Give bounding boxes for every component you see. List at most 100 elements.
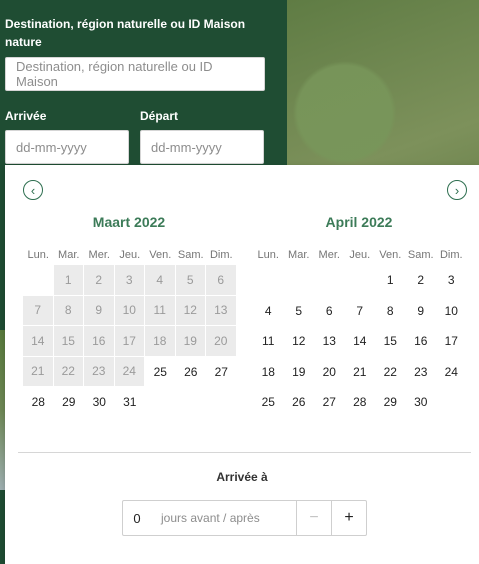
calendar-week: 28 29 30 31 (23, 387, 237, 418)
calendar-empty-cell (314, 265, 345, 296)
calendar-day-disabled: 7 (23, 295, 54, 326)
weekday-label: Sam. (177, 249, 204, 261)
calendar-day[interactable]: 5 (284, 296, 315, 327)
calendar-day[interactable]: 6 (314, 296, 345, 327)
calendar-day-disabled: 23 (84, 356, 115, 387)
chevron-right-icon[interactable]: › (447, 180, 467, 200)
calendar-week: 123 (253, 265, 467, 296)
calendar-day[interactable]: 27 (206, 357, 237, 388)
calendar-day[interactable]: 11 (253, 326, 284, 357)
calendar-week: 18 19 20 21 22 23 24 (253, 357, 467, 388)
calendar-day[interactable]: 1 (375, 265, 406, 296)
calendar-day-disabled: 1 (53, 265, 84, 296)
arrival-date-input[interactable]: dd-mm-yyyy (5, 130, 129, 164)
calendar-day-disabled: 2 (84, 265, 115, 296)
calendar-day[interactable]: 31 (115, 387, 146, 418)
calendar-day[interactable]: 26 (176, 357, 207, 388)
calendar-day-disabled: 14 (23, 326, 54, 357)
calendar-day[interactable]: 16 (406, 326, 437, 357)
calendar-day[interactable]: 3 (436, 265, 467, 296)
calendar-day-disabled: 4 (145, 265, 176, 296)
destination-label: Destination, région naturelle ou ID Mais… (5, 17, 246, 49)
departure-label: Départ (140, 109, 179, 123)
calendar-empty-cell (345, 265, 376, 296)
calendar-empty-cell (253, 265, 284, 296)
weekday-label: Dim. (209, 249, 233, 261)
weekday-label: Mer. (318, 249, 340, 261)
calendar-day[interactable]: 9 (406, 296, 437, 327)
decrement-button[interactable]: − (296, 501, 331, 535)
calendar-day[interactable]: 21 (345, 357, 376, 388)
calendar-day-disabled: 24 (114, 356, 145, 387)
weekday-label: Mar. (288, 249, 310, 261)
calendar-day[interactable]: 24 (436, 357, 467, 388)
arrival-label: Arrivée (5, 109, 47, 123)
calendar-week: 123456 (23, 265, 237, 296)
calendar-day[interactable]: 28 (345, 387, 376, 418)
calendar-day[interactable]: 13 (314, 326, 345, 357)
weekday-label: Jeu. (119, 249, 141, 261)
calendar-day[interactable]: 30 (84, 387, 115, 418)
calendar-day[interactable]: 22 (375, 357, 406, 388)
calendar-week: 25 26 27 28 29 30 (253, 387, 467, 418)
calendar-day[interactable]: 4 (253, 296, 284, 327)
calendar-day[interactable]: 26 (284, 387, 315, 418)
calendar-day[interactable]: 10 (436, 296, 467, 327)
calendar-day[interactable]: 25 (145, 357, 176, 388)
increment-button[interactable]: + (331, 501, 366, 535)
calendar-day[interactable]: 12 (284, 326, 315, 357)
calendar-week: 21 22 23 24 25 26 27 (23, 356, 237, 388)
calendar-day[interactable]: 7 (345, 296, 376, 327)
calendar-day[interactable]: 30 (406, 387, 437, 418)
calendar-day-disabled: 6 (206, 265, 237, 296)
calendar-day-disabled: 11 (145, 295, 176, 326)
arrival-offset-title: Arrivée à (216, 470, 268, 484)
calendar-day[interactable]: 28 (23, 387, 54, 418)
month-title: Maart 2022 (92, 214, 166, 230)
calendar-day[interactable]: 27 (314, 387, 345, 418)
calendar-day[interactable]: 14 (345, 326, 376, 357)
calendar-day[interactable]: 8 (375, 296, 406, 327)
calendar-day[interactable]: 29 (54, 387, 85, 418)
calendar-day[interactable]: 17 (436, 326, 467, 357)
calendar-day-disabled: 9 (84, 295, 115, 326)
calendar-day-disabled: 13 (206, 295, 237, 326)
weekday-label: Lun. (257, 249, 279, 261)
weekday-label: Lun. (27, 249, 49, 261)
calendar-week: 4 5 6 7 8 9 10 (253, 296, 467, 327)
calendar-day-disabled: 15 (53, 326, 84, 357)
calendar-day[interactable]: 23 (406, 357, 437, 388)
calendar-day-disabled: 20 (206, 326, 237, 357)
calendar-empty-cell (23, 265, 54, 296)
calendar-day-disabled: 18 (145, 326, 176, 357)
calendar-day[interactable]: 18 (253, 357, 284, 388)
weekday-label: Sam. (407, 249, 434, 261)
calendar-day[interactable]: 19 (284, 357, 315, 388)
calendar-grid: Lun. Mar. Mer. Jeu. Ven. Sam. Dim. 1 2 3 4 5 6 7 8 9 10 1… (253, 245, 467, 418)
calendar-week: 14 15 16 17 18 19 20 (23, 326, 237, 357)
datepicker-popup: ‹ › Maart 2022 April 2022 Lun. Mar. Mer. Je… (5, 165, 479, 564)
calendar-day-disabled: 17 (114, 326, 145, 357)
weekday-header-row: Lun. Mar. Mer. Jeu. Ven. Sam. Dim. (23, 245, 237, 265)
chevron-left-icon[interactable]: ‹ (23, 180, 43, 200)
day-offset-stepper: 0 jours avant / après − + (122, 500, 367, 536)
calendar-day[interactable]: 2 (406, 265, 437, 296)
departure-date-input[interactable]: dd-mm-yyyy (140, 130, 264, 164)
calendar-empty-cell (436, 387, 467, 418)
calendar-day-disabled: 19 (175, 326, 206, 357)
divider (18, 452, 471, 453)
calendar-day[interactable]: 20 (314, 357, 345, 388)
calendar-day-disabled: 5 (175, 265, 206, 296)
calendar-day[interactable]: 29 (375, 387, 406, 418)
calendar-empty-cell (284, 265, 315, 296)
calendar-day[interactable]: 15 (375, 326, 406, 357)
weekday-label: Ven. (149, 249, 172, 261)
offset-value[interactable]: 0 (123, 511, 151, 526)
calendar-day[interactable]: 25 (253, 387, 284, 418)
calendar-day-disabled: 3 (114, 265, 145, 296)
calendar-day-disabled: 16 (84, 326, 115, 357)
weekday-label: Dim. (439, 249, 463, 261)
destination-input[interactable]: Destination, région naturelle ou ID Mais… (5, 57, 265, 91)
calendar-empty-cell (145, 387, 176, 418)
calendar-day-disabled: 12 (175, 295, 206, 326)
